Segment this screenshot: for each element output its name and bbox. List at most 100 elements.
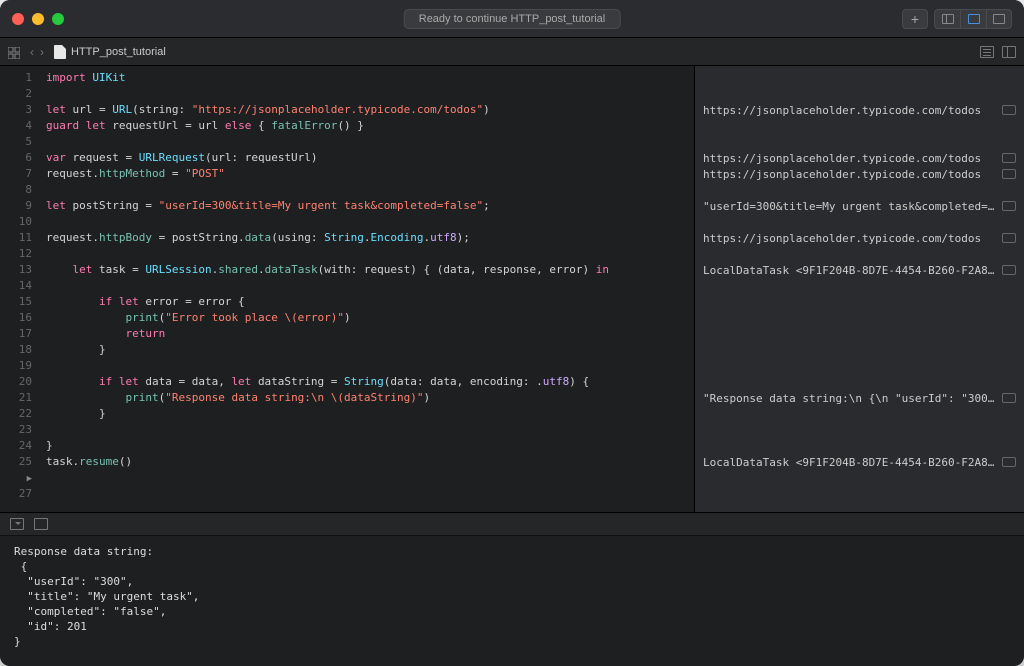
line-number: 19 — [0, 358, 32, 374]
result-text: https://jsonplaceholder.typicode.com/tod… — [703, 152, 996, 165]
code-line[interactable] — [46, 470, 686, 486]
line-number-gutter: 1234567891011121314151617181920212223242… — [0, 66, 38, 512]
nav-arrows: ‹ › — [30, 45, 44, 59]
line-number: 15 — [0, 294, 32, 310]
result-line — [695, 326, 1024, 342]
code-line[interactable]: print("Error took place \(error)") — [46, 310, 686, 326]
editor-options-icon[interactable] — [980, 46, 994, 58]
xcode-playground-window: Ready to continue HTTP_post_tutorial + ‹… — [0, 0, 1024, 666]
result-line — [695, 86, 1024, 102]
result-line[interactable]: "Response data string:\n {\n "userId": "… — [695, 390, 1024, 406]
result-line — [695, 406, 1024, 422]
code-line[interactable]: request.httpBody = postString.data(using… — [46, 230, 686, 246]
code-line[interactable]: var request = URLRequest(url: requestUrl… — [46, 150, 686, 166]
code-line[interactable]: if let data = data, let dataString = Str… — [46, 374, 686, 390]
code-line[interactable] — [46, 278, 686, 294]
quicklook-icon[interactable] — [1002, 105, 1016, 115]
quicklook-icon[interactable] — [1002, 201, 1016, 211]
line-number: 25 — [0, 454, 32, 470]
result-line — [695, 214, 1024, 230]
toggle-left-panel-button[interactable] — [934, 9, 960, 29]
add-editor-icon[interactable] — [1002, 46, 1016, 58]
code-line[interactable]: } — [46, 438, 686, 454]
minimize-window-button[interactable] — [32, 13, 44, 25]
result-line — [695, 70, 1024, 86]
result-line — [695, 278, 1024, 294]
panel-toggle-group — [934, 9, 1012, 29]
quicklook-icon[interactable] — [1002, 233, 1016, 243]
code-line[interactable]: } — [46, 406, 686, 422]
code-line[interactable] — [46, 86, 686, 102]
result-line[interactable]: https://jsonplaceholder.typicode.com/tod… — [695, 230, 1024, 246]
source-editor[interactable]: 1234567891011121314151617181920212223242… — [0, 66, 694, 512]
line-number: 2 — [0, 86, 32, 102]
console-output[interactable]: Response data string: { "userId": "300",… — [0, 536, 1024, 666]
quicklook-icon[interactable] — [1002, 457, 1016, 467]
code-line[interactable]: import UIKit — [46, 70, 686, 86]
result-line[interactable]: LocalDataTask <9F1F204B-8D7E-4454-B260-F… — [695, 262, 1024, 278]
line-number: 20 — [0, 374, 32, 390]
jump-bar: ‹ › HTTP_post_tutorial — [0, 38, 1024, 66]
code-line[interactable] — [46, 246, 686, 262]
result-line — [695, 134, 1024, 150]
quicklook-icon[interactable] — [1002, 169, 1016, 179]
result-text: https://jsonplaceholder.typicode.com/tod… — [703, 168, 996, 181]
code-line[interactable] — [46, 134, 686, 150]
code-line[interactable]: let task = URLSession.shared.dataTask(wi… — [46, 262, 686, 278]
back-button[interactable]: ‹ — [30, 45, 34, 59]
debug-view-icon[interactable] — [34, 518, 48, 530]
result-line[interactable]: https://jsonplaceholder.typicode.com/tod… — [695, 166, 1024, 182]
code-line[interactable] — [46, 214, 686, 230]
code-line[interactable]: let url = URL(string: "https://jsonplace… — [46, 102, 686, 118]
line-number: 24 — [0, 438, 32, 454]
run-line-icon[interactable]: ▶ — [27, 474, 32, 484]
code-line[interactable]: task.resume() — [46, 454, 686, 470]
result-line[interactable]: "userId=300&title=My urgent task&complet… — [695, 198, 1024, 214]
code-line[interactable]: request.httpMethod = "POST" — [46, 166, 686, 182]
result-line — [695, 342, 1024, 358]
code-line[interactable]: return — [46, 326, 686, 342]
filename-label: HTTP_post_tutorial — [71, 46, 166, 58]
result-line — [695, 374, 1024, 390]
code-line[interactable] — [46, 358, 686, 374]
titlebar: Ready to continue HTTP_post_tutorial + — [0, 0, 1024, 38]
code-line[interactable]: let postString = "userId=300&title=My ur… — [46, 198, 686, 214]
line-number: 23 — [0, 422, 32, 438]
result-line[interactable]: https://jsonplaceholder.typicode.com/tod… — [695, 102, 1024, 118]
result-line[interactable]: https://jsonplaceholder.typicode.com/tod… — [695, 150, 1024, 166]
result-text: https://jsonplaceholder.typicode.com/tod… — [703, 104, 996, 117]
result-line — [695, 470, 1024, 486]
code-line[interactable]: if let error = error { — [46, 294, 686, 310]
add-tab-button[interactable]: + — [902, 9, 928, 29]
toggle-right-panel-button[interactable] — [986, 9, 1012, 29]
result-line — [695, 182, 1024, 198]
forward-button[interactable]: › — [40, 45, 44, 59]
maximize-window-button[interactable] — [52, 13, 64, 25]
line-number: 16 — [0, 310, 32, 326]
related-items-icon[interactable] — [8, 46, 20, 58]
code-line[interactable] — [46, 422, 686, 438]
activity-viewer[interactable]: Ready to continue HTTP_post_tutorial — [404, 9, 621, 29]
result-line — [695, 310, 1024, 326]
quicklook-icon[interactable] — [1002, 265, 1016, 275]
toggle-bottom-panel-button[interactable] — [960, 9, 986, 29]
line-number: 18 — [0, 342, 32, 358]
code-line[interactable] — [46, 182, 686, 198]
line-number: 7 — [0, 166, 32, 182]
code-line[interactable]: guard let requestUrl = url else { fatalE… — [46, 118, 686, 134]
quicklook-icon[interactable] — [1002, 153, 1016, 163]
code-line[interactable]: print("Response data string:\n \(dataStr… — [46, 390, 686, 406]
result-line[interactable]: LocalDataTask <9F1F204B-8D7E-4454-B260-F… — [695, 454, 1024, 470]
code-content[interactable]: import UIKit let url = URL(string: "https… — [38, 66, 694, 512]
toggle-debug-area-icon[interactable] — [10, 518, 24, 530]
code-line[interactable]: } — [46, 342, 686, 358]
quicklook-icon[interactable] — [1002, 393, 1016, 403]
close-window-button[interactable] — [12, 13, 24, 25]
code-line[interactable] — [46, 486, 686, 502]
result-line — [695, 438, 1024, 454]
result-line — [695, 422, 1024, 438]
file-path[interactable]: HTTP_post_tutorial — [54, 45, 166, 59]
line-number: 22 — [0, 406, 32, 422]
debug-bar — [0, 512, 1024, 536]
editor-area: 1234567891011121314151617181920212223242… — [0, 66, 1024, 512]
